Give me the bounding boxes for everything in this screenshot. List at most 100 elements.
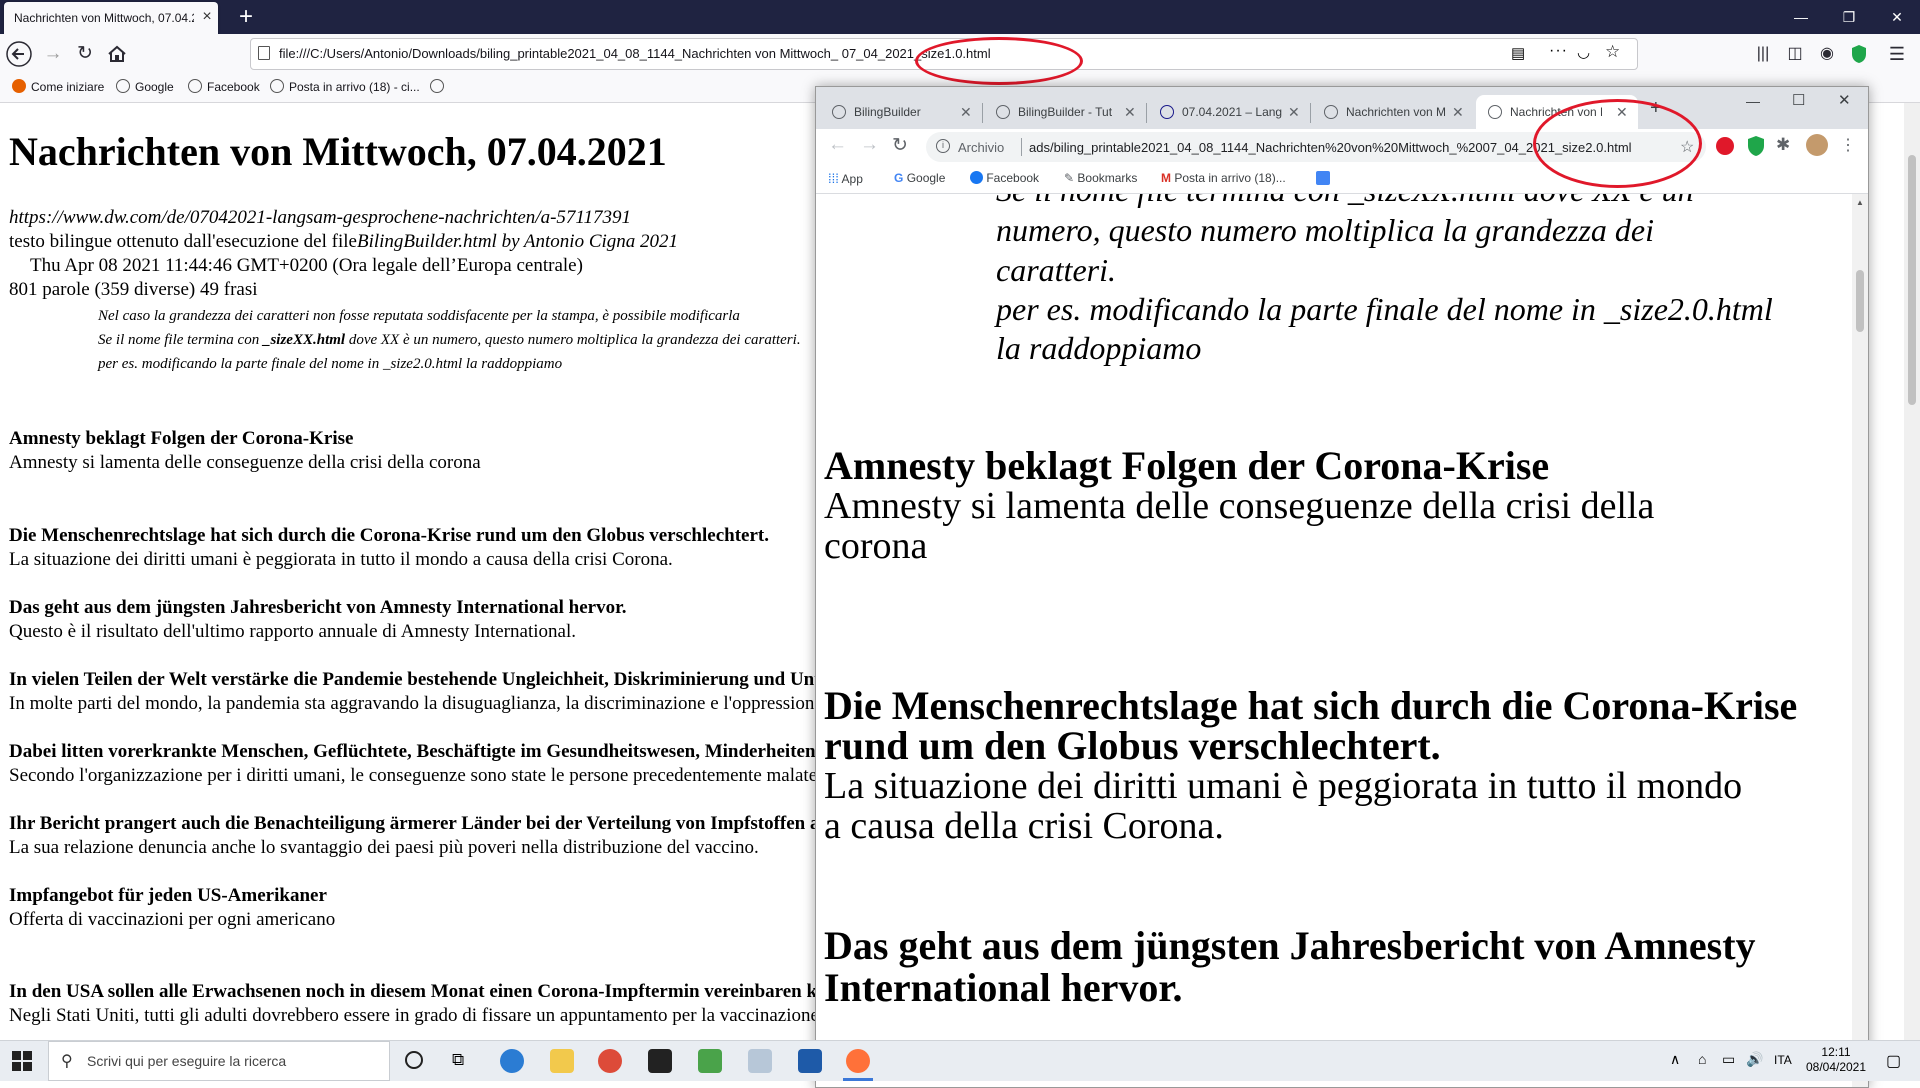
bookmark-posta[interactable]: Posta in arrivo (18) - ci... (270, 78, 420, 96)
size-note-1: Nel caso la grandezza dei caratteri non … (98, 308, 740, 324)
menu-icon[interactable]: ☰ (1884, 41, 1910, 67)
pocket-icon[interactable]: ◡ (1577, 43, 1590, 61)
task-view-icon[interactable]: ⧉ (452, 1050, 464, 1070)
scrollbar-thumb[interactable] (1856, 270, 1864, 332)
close-icon[interactable]: ✕ (1452, 104, 1464, 121)
notifications-icon[interactable]: ▢ (1886, 1051, 1901, 1071)
generation-date: Thu Apr 08 2021 11:44:46 GMT+0200 (Ora l… (30, 255, 583, 276)
close-window-icon[interactable]: ✕ (1874, 0, 1920, 34)
chrome-scrollbar[interactable]: ▲ (1852, 194, 1868, 1087)
reload-icon[interactable]: ↻ (72, 41, 98, 67)
reload-icon[interactable]: ↻ (892, 134, 908, 157)
firefox-tab-active[interactable]: Nachrichten von Mittwoch, 07.04.2021 × (4, 2, 218, 34)
reader-view-icon[interactable]: ▤ (1511, 44, 1525, 62)
new-tab-button[interactable]: + (232, 3, 260, 31)
file-explorer-icon[interactable] (550, 1049, 574, 1073)
library-icon[interactable]: ||| (1750, 41, 1776, 67)
search-icon: ⚲ (61, 1053, 73, 1070)
windows-start-icon[interactable] (12, 1051, 32, 1071)
forward-icon[interactable]: → (40, 41, 66, 67)
scrollbar-thumb[interactable] (1908, 155, 1916, 405)
paint-icon[interactable] (748, 1049, 772, 1073)
source-link[interactable]: https://www.dw.com/de/07042021-langsam-g… (9, 207, 631, 229)
tab-label: BilingBuilder (854, 105, 921, 119)
forward-icon[interactable]: → (860, 134, 879, 156)
shield-extension-icon[interactable] (1846, 41, 1872, 67)
back-icon[interactable]: ← (828, 134, 847, 156)
bookmark-label: Google (906, 171, 946, 185)
sentence-de: Die Menschenrechtslage hat sich durch di… (9, 525, 769, 546)
bookmark-label: Facebook (986, 171, 1040, 185)
cortana-icon[interactable] (405, 1051, 423, 1069)
translate-icon (1316, 171, 1330, 185)
bookmark-facebook[interactable]: Facebook (970, 171, 1039, 185)
chrome-menu-icon[interactable]: ⋮ (1840, 135, 1856, 155)
opera-extension-icon[interactable] (1716, 137, 1734, 155)
close-window-icon[interactable]: ✕ (1838, 91, 1851, 109)
globe-icon (996, 105, 1010, 119)
bookmark-google[interactable]: G Google (894, 171, 945, 185)
account-icon[interactable]: ◉ (1814, 41, 1840, 67)
spreadsheet-icon[interactable] (698, 1049, 722, 1073)
home-icon[interactable] (104, 41, 130, 67)
close-icon[interactable]: ✕ (960, 104, 972, 121)
battery-icon[interactable]: ▭ (1722, 1051, 1735, 1068)
chrome-tab[interactable]: BilingBuilder ✕ (820, 95, 980, 129)
extensions-puzzle-icon[interactable]: ✱ (1776, 135, 1790, 155)
bookmark-translate[interactable] (1316, 171, 1330, 186)
volume-icon[interactable]: 🔊 (1746, 1051, 1763, 1068)
chrome-tab[interactable]: Nachrichten von Mittwoch ✕ (1312, 95, 1472, 129)
bookmark-come-iniziare[interactable]: Come iniziare (12, 78, 104, 96)
bookmark-bookmarks[interactable]: ✎ Bookmarks (1064, 171, 1137, 185)
close-icon[interactable]: × (198, 8, 216, 26)
clock-date: 08/04/2021 (1805, 1060, 1867, 1074)
bookmark-posta[interactable]: M Posta in arrivo (18)... (1161, 171, 1286, 185)
bookmark-apps[interactable]: ⁞⁞⁞ App (828, 171, 863, 186)
tab-separator (982, 103, 983, 123)
globe-icon (1324, 105, 1338, 119)
taskbar-clock[interactable]: 12:11 08/04/2021 (1800, 1045, 1872, 1075)
chevron-up-icon[interactable]: ∧ (1670, 1051, 1680, 1068)
chrome-tab[interactable]: BilingBuilder - Tutorial ✕ (984, 95, 1144, 129)
firefox-scrollbar[interactable] (1904, 103, 1920, 1040)
avatar[interactable] (1806, 134, 1828, 156)
firefox-tab-title: Nachrichten von Mittwoch, 07.04.2021 (14, 11, 194, 25)
bookmark-google[interactable]: Google (116, 78, 174, 96)
credit-suffix: BilingBuilder.html by Antonio Cigna 2021 (356, 231, 679, 252)
edge-icon[interactable] (500, 1049, 524, 1073)
scroll-up-icon[interactable]: ▲ (1856, 198, 1864, 207)
close-icon[interactable]: ✕ (1124, 104, 1136, 121)
more-actions-icon[interactable]: ··· (1549, 42, 1568, 60)
globe-icon (188, 79, 202, 93)
firefox-icon[interactable] (846, 1049, 870, 1073)
chrome-icon[interactable] (598, 1049, 622, 1073)
photos-icon[interactable] (798, 1049, 822, 1073)
shield-extension-icon[interactable] (1746, 135, 1766, 157)
omnibox-label: Archivio (958, 140, 1005, 155)
network-icon[interactable]: ⌂ (1698, 1051, 1706, 1067)
sentence-it: a causa della crisi Corona. (824, 805, 1224, 847)
minimize-icon[interactable]: — (1746, 93, 1760, 109)
windows-taskbar: ⚲ Scrivi qui per eseguire la ricerca ⧉ ∧… (0, 1040, 1920, 1081)
taskbar-search-box[interactable]: ⚲ Scrivi qui per eseguire la ricerca (48, 1041, 390, 1081)
info-icon[interactable]: i (936, 139, 950, 153)
globe-icon (270, 79, 284, 93)
chrome-window: BilingBuilder ✕ BilingBuilder - Tutorial ✕… (815, 86, 1869, 1088)
language-indicator[interactable]: ITA (1774, 1053, 1792, 1067)
close-icon[interactable]: ✕ (1288, 104, 1300, 121)
bookmark-facebook[interactable]: Facebook (188, 78, 260, 96)
chrome-tab[interactable]: 07.04.2021 – Langsam ✕ (1148, 95, 1308, 129)
terminal-icon[interactable] (648, 1049, 672, 1073)
tab-label: 07.04.2021 – Langsam (1182, 105, 1282, 119)
sidebar-icon[interactable]: ◫ (1782, 41, 1808, 67)
star-icon[interactable]: ☆ (1605, 42, 1620, 62)
maximize-icon[interactable]: ☐ (1792, 91, 1805, 109)
taskbar-search-placeholder: Scrivi qui per eseguire la ricerca (87, 1053, 287, 1069)
gmail-icon: M (1161, 171, 1171, 185)
restore-icon[interactable]: ❐ (1826, 0, 1872, 34)
minimize-icon[interactable]: — (1778, 0, 1824, 34)
back-icon[interactable] (6, 41, 32, 67)
sentence-de: Ihr Bericht prangert auch die Benachteil… (9, 813, 835, 834)
bookmark-extra[interactable] (430, 78, 449, 96)
firefox-url-text[interactable]: file:///C:/Users/Antonio/Downloads/bilin… (279, 46, 991, 61)
